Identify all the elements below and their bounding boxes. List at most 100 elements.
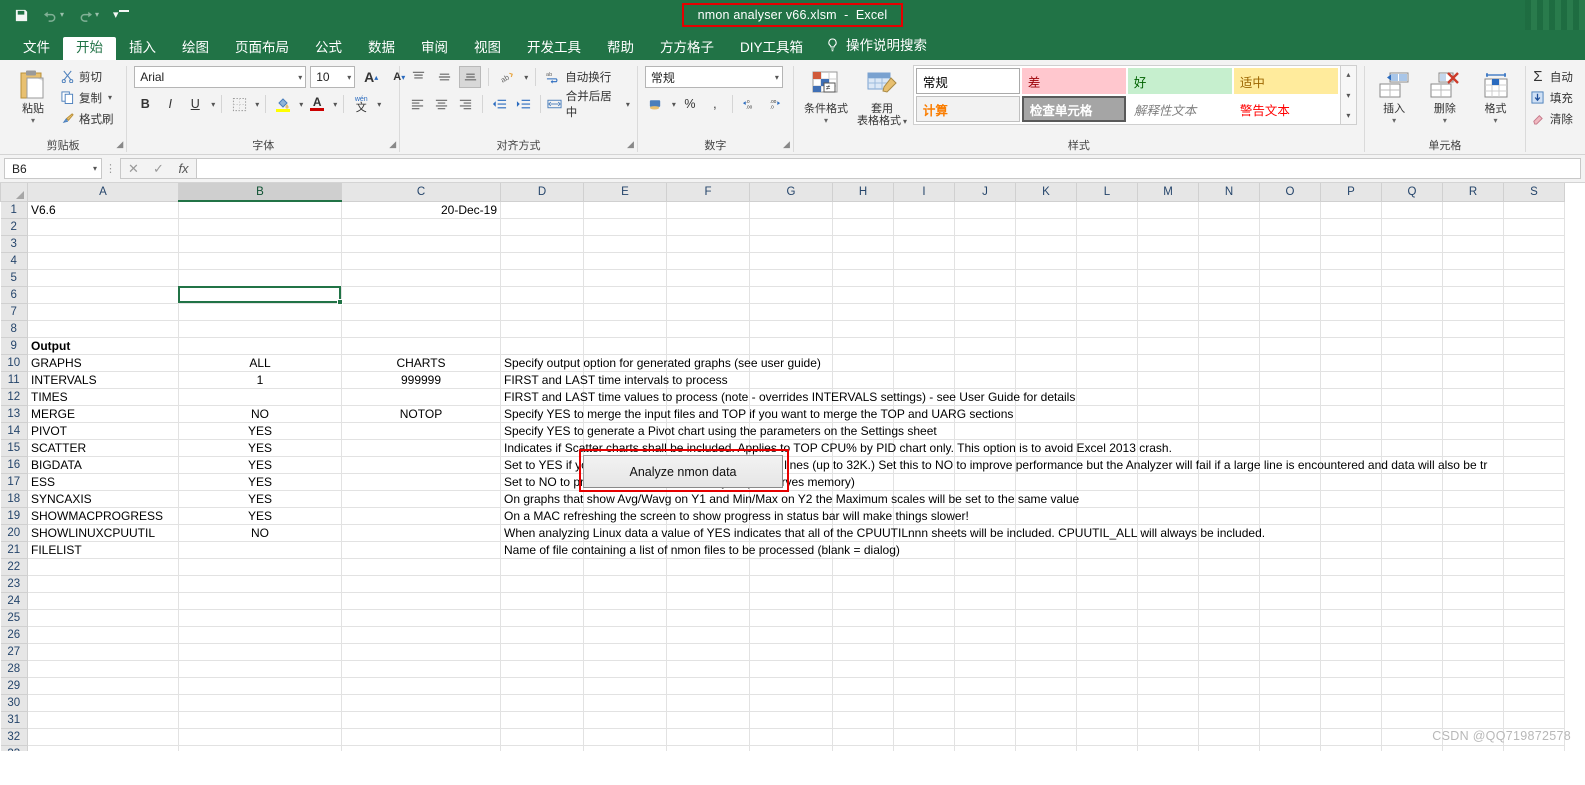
cell-h8[interactable] bbox=[832, 320, 894, 338]
tell-me-search[interactable]: 操作说明搜索 bbox=[816, 30, 937, 60]
cell-c9[interactable] bbox=[341, 337, 501, 355]
cell-j5[interactable] bbox=[954, 269, 1016, 287]
cell-o13[interactable] bbox=[1259, 405, 1321, 423]
autosum-button[interactable]: Σ 自动 bbox=[1530, 67, 1573, 86]
cell-l19[interactable] bbox=[1076, 507, 1138, 525]
cell-a28[interactable] bbox=[27, 660, 179, 678]
cell-k24[interactable] bbox=[1015, 592, 1077, 610]
cell-b15[interactable]: YES bbox=[178, 439, 342, 457]
cell-d2[interactable] bbox=[500, 218, 584, 236]
cell-o1[interactable] bbox=[1259, 201, 1321, 219]
cell-l2[interactable] bbox=[1076, 218, 1138, 236]
undo-icon[interactable]: ▾ bbox=[43, 9, 64, 22]
cell-g30[interactable] bbox=[749, 694, 833, 712]
cell-o9[interactable] bbox=[1259, 337, 1321, 355]
row-header-4[interactable]: 4 bbox=[0, 251, 28, 270]
cell-h26[interactable] bbox=[832, 626, 894, 644]
cell-s16[interactable] bbox=[1503, 456, 1565, 474]
cell-n13[interactable] bbox=[1198, 405, 1260, 423]
cell-o28[interactable] bbox=[1259, 660, 1321, 678]
cell-q30[interactable] bbox=[1381, 694, 1443, 712]
cell-r28[interactable] bbox=[1442, 660, 1504, 678]
cell-n10[interactable] bbox=[1198, 354, 1260, 372]
cell-k19[interactable] bbox=[1015, 507, 1077, 525]
cell-s28[interactable] bbox=[1503, 660, 1565, 678]
cell-g7[interactable] bbox=[749, 303, 833, 321]
cell-s8[interactable] bbox=[1503, 320, 1565, 338]
cell-j22[interactable] bbox=[954, 558, 1016, 576]
cell-r23[interactable] bbox=[1442, 575, 1504, 593]
row-header-11[interactable]: 11 bbox=[0, 370, 28, 389]
cell-h30[interactable] bbox=[832, 694, 894, 712]
cell-m13[interactable] bbox=[1137, 405, 1199, 423]
cell-b17[interactable]: YES bbox=[178, 473, 342, 491]
column-header-e[interactable]: E bbox=[583, 183, 667, 202]
cell-f6[interactable] bbox=[666, 286, 750, 304]
cell-n12[interactable] bbox=[1198, 388, 1260, 406]
cell-r8[interactable] bbox=[1442, 320, 1504, 338]
row-header-15[interactable]: 15 bbox=[0, 438, 28, 457]
row-header-21[interactable]: 21 bbox=[0, 540, 28, 559]
cell-f29[interactable] bbox=[666, 677, 750, 695]
cell-p7[interactable] bbox=[1320, 303, 1382, 321]
cell-a16[interactable]: BIGDATA bbox=[27, 456, 179, 474]
cell-l13[interactable] bbox=[1076, 405, 1138, 423]
cell-b18[interactable]: YES bbox=[178, 490, 342, 508]
chevron-down-icon[interactable]: ▾ bbox=[524, 73, 528, 82]
cell-o29[interactable] bbox=[1259, 677, 1321, 695]
cell-e7[interactable] bbox=[583, 303, 667, 321]
cell-o31[interactable] bbox=[1259, 711, 1321, 729]
cell-s14[interactable] bbox=[1503, 422, 1565, 440]
cell-e33[interactable] bbox=[583, 745, 667, 751]
cell-style-check-cell[interactable]: 检查单元格 bbox=[1021, 96, 1126, 122]
clear-button[interactable]: 清除 bbox=[1530, 109, 1573, 128]
cell-d32[interactable] bbox=[500, 728, 584, 746]
cell-q2[interactable] bbox=[1381, 218, 1443, 236]
cell-o19[interactable] bbox=[1259, 507, 1321, 525]
cell-p3[interactable] bbox=[1320, 235, 1382, 253]
cell-d18[interactable]: On graphs that show Avg/Wavg on Y1 and M… bbox=[500, 490, 1079, 508]
alignment-dialog-launcher[interactable]: ◢ bbox=[627, 135, 634, 153]
cell-l33[interactable] bbox=[1076, 745, 1138, 751]
cell-b22[interactable] bbox=[178, 558, 342, 576]
cell-c30[interactable] bbox=[341, 694, 501, 712]
cell-j32[interactable] bbox=[954, 728, 1016, 746]
italic-button[interactable]: I bbox=[159, 93, 181, 115]
cell-i32[interactable] bbox=[893, 728, 955, 746]
tab-draw[interactable]: 绘图 bbox=[169, 37, 222, 61]
row-header-2[interactable]: 2 bbox=[0, 217, 28, 236]
wrap-text-button[interactable]: ab 自动换行 bbox=[545, 68, 612, 87]
cell-e28[interactable] bbox=[583, 660, 667, 678]
cell-c28[interactable] bbox=[341, 660, 501, 678]
orientation-icon[interactable]: ab bbox=[496, 66, 518, 88]
cell-c7[interactable] bbox=[341, 303, 501, 321]
cell-h5[interactable] bbox=[832, 269, 894, 287]
cell-i26[interactable] bbox=[893, 626, 955, 644]
cell-b30[interactable] bbox=[178, 694, 342, 712]
column-header-g[interactable]: G bbox=[749, 183, 833, 202]
cell-m24[interactable] bbox=[1137, 592, 1199, 610]
cell-a33[interactable] bbox=[27, 745, 179, 751]
cell-r10[interactable] bbox=[1442, 354, 1504, 372]
cell-n33[interactable] bbox=[1198, 745, 1260, 751]
column-header-p[interactable]: P bbox=[1320, 183, 1382, 202]
cell-a26[interactable] bbox=[27, 626, 179, 644]
row-header-25[interactable]: 25 bbox=[0, 608, 28, 627]
cell-q29[interactable] bbox=[1381, 677, 1443, 695]
tab-page-layout[interactable]: 页面布局 bbox=[222, 37, 302, 61]
chevron-down-icon[interactable]: ▾ bbox=[292, 73, 302, 82]
cell-g25[interactable] bbox=[749, 609, 833, 627]
cell-l10[interactable] bbox=[1076, 354, 1138, 372]
chevron-down-icon[interactable]: ▾ bbox=[626, 100, 630, 109]
cell-r9[interactable] bbox=[1442, 337, 1504, 355]
cell-f31[interactable] bbox=[666, 711, 750, 729]
cell-a30[interactable] bbox=[27, 694, 179, 712]
cell-c13[interactable]: NOTOP bbox=[341, 405, 501, 423]
insert-cells-button[interactable]: 插入 ▾ bbox=[1372, 65, 1417, 125]
cell-l18[interactable] bbox=[1076, 490, 1138, 508]
cell-o11[interactable] bbox=[1259, 371, 1321, 389]
cell-k23[interactable] bbox=[1015, 575, 1077, 593]
cell-r4[interactable] bbox=[1442, 252, 1504, 270]
cell-s22[interactable] bbox=[1503, 558, 1565, 576]
cell-r13[interactable] bbox=[1442, 405, 1504, 423]
